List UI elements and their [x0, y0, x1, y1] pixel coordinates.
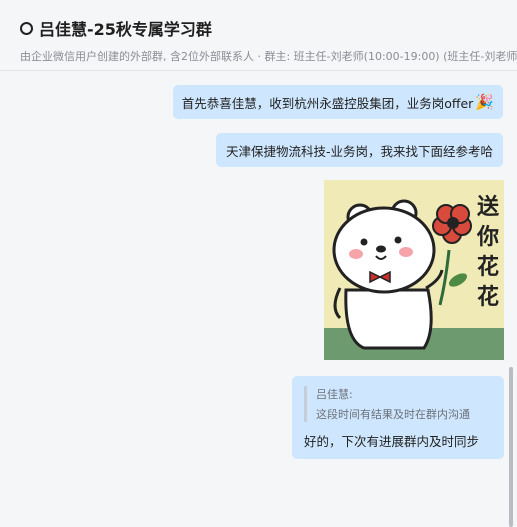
- svg-text:送: 送: [477, 194, 499, 220]
- group-chat-icon: [20, 21, 33, 35]
- message-text: 天津保捷物流科技-业务岗，我来找下面经参考哈: [225, 143, 493, 159]
- svg-text:花: 花: [477, 254, 499, 280]
- message-list: 首先恭喜佳慧，收到杭州永盛控股集团，业务岗offer 🎉 天津保捷物流科技-业务…: [0, 71, 517, 527]
- chat-title[interactable]: 吕佳慧-25秋专属学习群: [39, 16, 212, 40]
- quote-author: 吕佳慧:: [316, 388, 353, 401]
- message-bubble[interactable]: 天津保捷物流科技-业务岗，我来找下面经参考哈: [215, 133, 503, 167]
- message-text: 首先恭喜佳慧，收到杭州永盛控股集团，业务岗offer: [181, 95, 474, 111]
- quote-text: 这段时间有结果及时在群内沟通: [316, 408, 470, 421]
- quoted-message[interactable]: 吕佳慧: 这段时间有结果及时在群内沟通: [304, 386, 492, 422]
- chat-header: 吕佳慧-25秋专属学习群 由企业微信用户创建的外部群, 含2位外部联系人 · 群…: [0, 0, 517, 71]
- sticker-image: 送 你 花 花: [324, 180, 504, 360]
- reply-message-bubble[interactable]: 吕佳慧: 这段时间有结果及时在群内沟通 好的，下次有进展群内及时同步: [292, 376, 504, 459]
- party-popper-icon: 🎉: [475, 93, 494, 111]
- chat-subtitle: 由企业微信用户创建的外部群, 含2位外部联系人 · 群主: 班主任-刘老师(10…: [20, 50, 517, 63]
- message-text: 好的，下次有进展群内及时同步: [304, 434, 480, 449]
- svg-text:花: 花: [477, 284, 499, 310]
- bear-flower-sticker[interactable]: 送 你 花 花: [324, 180, 504, 360]
- message-bubble[interactable]: 首先恭喜佳慧，收到杭州永盛控股集团，业务岗offer 🎉: [172, 85, 503, 119]
- title-row[interactable]: 吕佳慧-25秋专属学习群: [20, 16, 212, 40]
- scrollbar[interactable]: [509, 367, 513, 527]
- svg-text:你: 你: [476, 225, 499, 250]
